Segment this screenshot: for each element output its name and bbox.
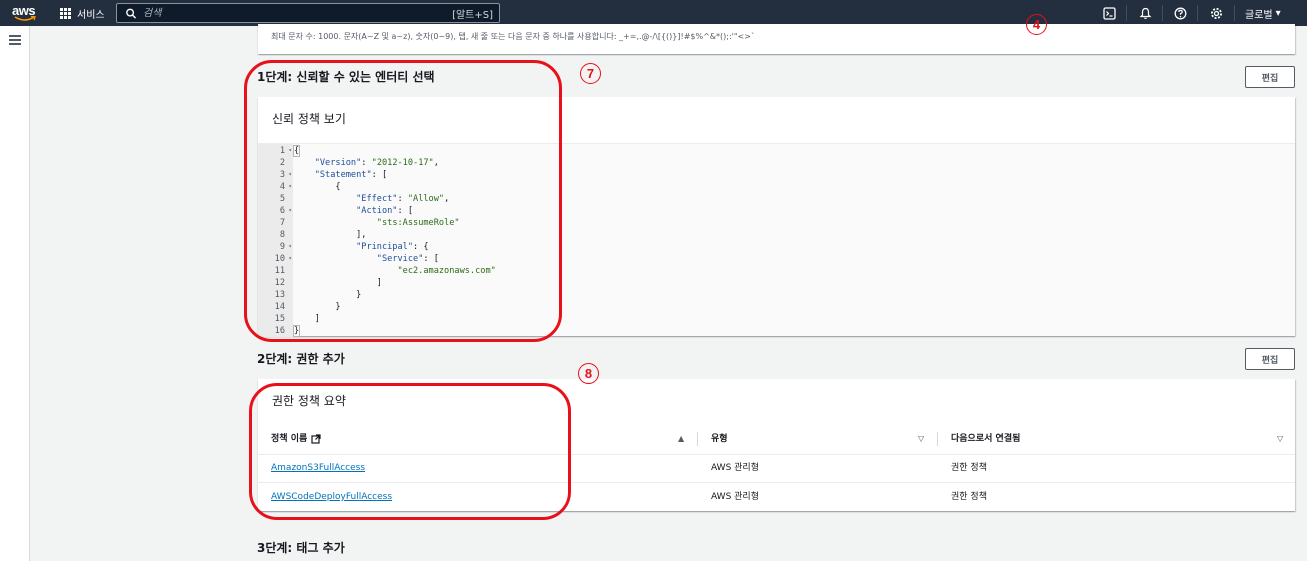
annotation-box-7 — [244, 60, 562, 342]
services-menu-button[interactable]: 서비스 — [60, 0, 105, 26]
cloudshell-icon[interactable] — [1101, 5, 1117, 21]
step2-title: 2단계: 권한 추가 — [257, 352, 345, 366]
chevron-down-icon: ▾ — [1275, 7, 1281, 19]
column-header-attached-as[interactable]: 다음으로서 연결됨 — [951, 432, 1020, 446]
sort-icon[interactable]: ▽ — [918, 434, 924, 443]
settings-icon[interactable] — [1208, 5, 1224, 21]
menu-icon[interactable] — [9, 35, 21, 45]
side-navigation-rail — [0, 26, 30, 561]
search-box[interactable]: [알트+S] — [116, 3, 500, 23]
search-shortcut-hint: [알트+S] — [452, 9, 493, 21]
nav-divider — [1234, 5, 1235, 21]
table-row-1-attached-as: 권한 정책 — [951, 463, 987, 473]
aws-logo[interactable]: aws — [12, 3, 40, 23]
annotation-marker-7: 7 — [580, 63, 601, 84]
annotation-box-8 — [249, 383, 571, 520]
nav-divider — [1162, 5, 1163, 21]
column-separator — [937, 432, 938, 446]
table-row-2-attached-as: 권한 정책 — [951, 492, 987, 502]
sort-ascending-icon[interactable]: ▲ — [678, 434, 684, 443]
aws-smile-icon — [14, 16, 36, 21]
step2-edit-button[interactable]: 편집 — [1245, 348, 1295, 370]
region-label: 글로벌 — [1245, 9, 1273, 21]
sort-icon[interactable]: ▽ — [1277, 434, 1283, 443]
step3-title: 3단계: 태그 추가 — [257, 541, 345, 555]
services-label: 서비스 — [77, 9, 105, 21]
region-selector[interactable]: 글로벌 ▾ — [1245, 0, 1281, 26]
column-header-label: 유형 — [711, 434, 728, 444]
column-header-type[interactable]: 유형 — [711, 432, 728, 446]
column-separator — [697, 432, 698, 446]
annotation-marker-4: 4 — [1026, 14, 1047, 35]
help-icon[interactable] — [1172, 5, 1188, 21]
top-navigation-bar: aws 서비스 [알트+S] 글로벌 ▾ — [0, 0, 1307, 26]
nav-divider — [1197, 5, 1198, 21]
column-header-label: 다음으로서 연결됨 — [951, 434, 1021, 444]
notifications-icon[interactable] — [1137, 5, 1153, 21]
search-icon — [126, 8, 137, 19]
search-input[interactable] — [139, 4, 453, 22]
nav-divider — [1126, 5, 1127, 21]
step1-edit-button[interactable]: 편집 — [1245, 66, 1295, 88]
annotation-marker-8: 8 — [578, 363, 599, 384]
table-row-2-type: AWS 관리형 — [711, 492, 759, 502]
character-limit-hint: 최대 문자 수: 1000. 문자(A~Z 및 a~z), 숫자(0~9), 탭… — [271, 32, 755, 41]
table-row-1-type: AWS 관리형 — [711, 463, 759, 473]
services-grid-icon — [60, 7, 71, 19]
